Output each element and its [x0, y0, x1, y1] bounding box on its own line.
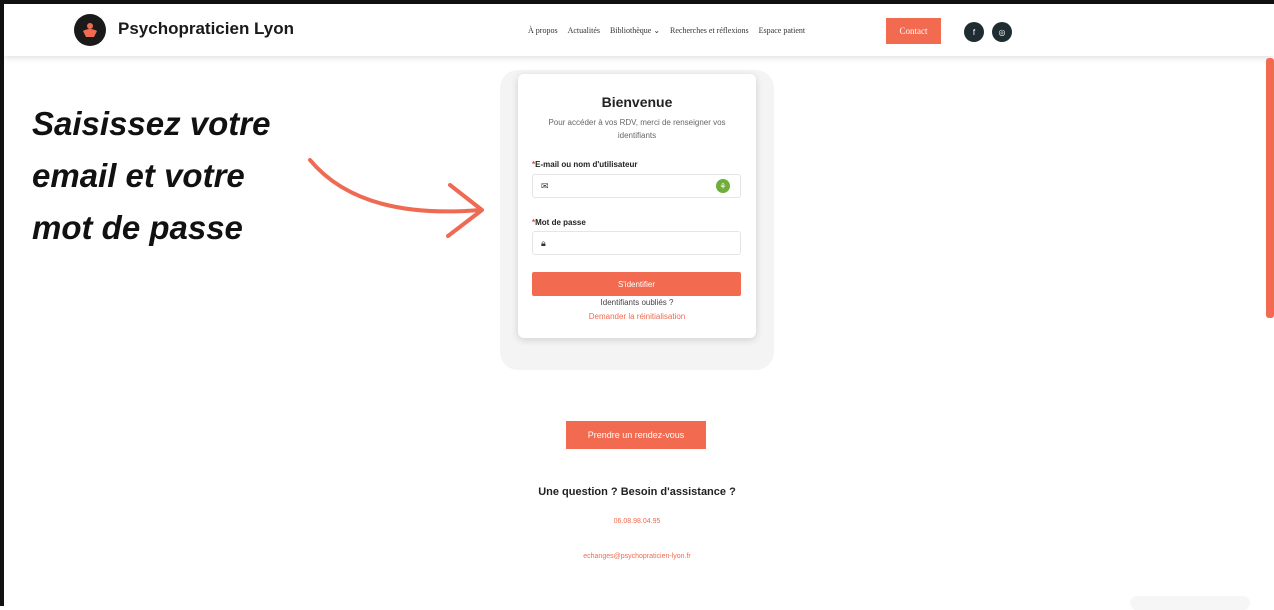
- email-label-text: E-mail ou nom d'utilisateur: [535, 160, 638, 169]
- instagram-icon[interactable]: ◎: [992, 22, 1012, 42]
- forgot-credentials-text: Identifiants oubliés ?: [600, 298, 674, 307]
- password-label: *Mot de passe: [532, 218, 586, 227]
- facebook-icon[interactable]: f: [964, 22, 984, 42]
- envelope-icon: ✉: [541, 181, 549, 191]
- nav-item-a-propos[interactable]: À propos: [528, 26, 558, 35]
- site-header: Psychopraticien Lyon À propos Actualités…: [4, 4, 1274, 56]
- annotation-line: email et votre: [32, 157, 245, 194]
- email-label: *E-mail ou nom d'utilisateur: [532, 160, 637, 169]
- login-title: Bienvenue: [601, 94, 673, 110]
- main-nav: À propos Actualités Bibliothèque ⌄ Reche…: [528, 26, 805, 35]
- email-field[interactable]: ✉ ⚘: [532, 174, 741, 198]
- phone-link[interactable]: 06.08.98.04.95: [500, 518, 774, 525]
- brand-name[interactable]: Psychopraticien Lyon: [118, 19, 294, 39]
- login-subtitle: Pour accéder à vos RDV, merci de renseig…: [548, 118, 726, 140]
- annotation-arrow-icon: [308, 158, 484, 238]
- nav-item-bibliotheque[interactable]: Bibliothèque ⌄: [610, 26, 660, 35]
- scrollbar[interactable]: [1266, 58, 1274, 318]
- book-appointment-button[interactable]: Prendre un rendez-vous: [566, 421, 706, 449]
- nav-item-espace-patient[interactable]: Espace patient: [759, 26, 805, 35]
- email-link[interactable]: echanges@psychopraticien-lyon.fr: [500, 553, 774, 560]
- logo-icon[interactable]: [74, 14, 106, 46]
- nav-item-recherches[interactable]: Recherches et réflexions: [670, 26, 749, 35]
- lock-icon: 🔒︎: [541, 238, 546, 248]
- reset-password-link[interactable]: Demander la réinitialisation: [518, 312, 756, 321]
- assistance-heading: Une question ? Besoin d'assistance ?: [538, 486, 736, 498]
- corner-widget[interactable]: [1130, 596, 1250, 610]
- nav-item-actualites[interactable]: Actualités: [568, 26, 600, 35]
- login-card: Bienvenue Pour accéder à vos RDV, merci …: [518, 74, 756, 338]
- login-button[interactable]: S'identifier: [532, 272, 741, 296]
- annotation-line: Saisissez votre: [32, 105, 271, 142]
- password-field[interactable]: 🔒︎: [532, 231, 741, 255]
- annotation-line: mot de passe: [32, 209, 243, 246]
- password-label-text: Mot de passe: [535, 218, 586, 227]
- logo-figure-icon: [83, 23, 97, 37]
- contact-button[interactable]: Contact: [886, 18, 941, 44]
- password-manager-icon[interactable]: ⚘: [716, 179, 730, 193]
- instruction-annotation: Saisissez votre email et votre mot de pa…: [32, 98, 270, 254]
